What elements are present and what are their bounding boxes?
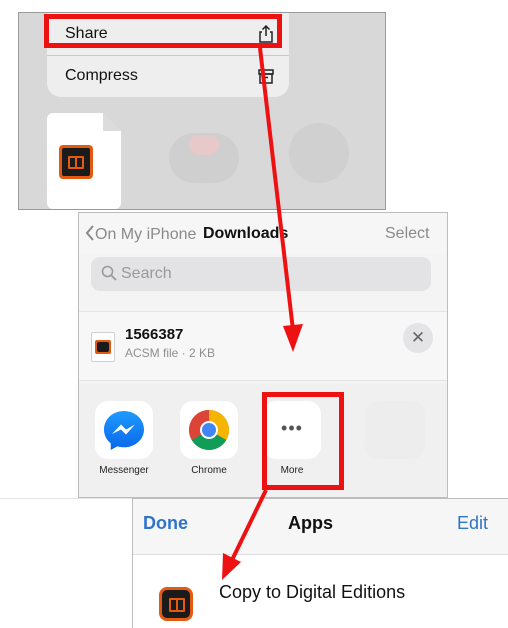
blurred-background-shape bbox=[289, 123, 349, 183]
messenger-icon bbox=[104, 411, 144, 450]
search-placeholder: Search bbox=[121, 265, 172, 282]
navigation-bar: On My iPhone Downloads Select bbox=[79, 213, 447, 253]
app-tile bbox=[180, 401, 238, 459]
menu-divider bbox=[47, 55, 289, 56]
app-messenger[interactable]: Messenger bbox=[89, 401, 159, 491]
app-name: Chrome bbox=[191, 465, 227, 476]
digital-editions-app-row-icon[interactable] bbox=[159, 587, 193, 621]
file-meta: ACSM file · 2 KB bbox=[125, 346, 216, 360]
close-icon: ✕ bbox=[410, 328, 426, 347]
menu-item-label: Compress bbox=[65, 67, 138, 84]
copy-to-digital-editions-label[interactable]: Copy to Digital Editions bbox=[219, 581, 419, 603]
app-tile bbox=[95, 401, 153, 459]
search-icon bbox=[101, 265, 117, 281]
select-button[interactable]: Select bbox=[385, 225, 429, 243]
apps-header: Done Apps Edit bbox=[133, 499, 508, 555]
app-name: Messenger bbox=[99, 465, 149, 476]
menu-item-compress[interactable]: Compress bbox=[47, 57, 289, 97]
file-name: 1566387 bbox=[125, 326, 184, 343]
page-title: Apps bbox=[288, 513, 333, 533]
close-button[interactable]: ✕ bbox=[403, 323, 433, 353]
apps-sheet-screenshot: Done Apps Edit Copy to Digital Editions bbox=[132, 498, 508, 628]
blurred-background-shape bbox=[189, 135, 219, 155]
acsm-file-thumbnail[interactable] bbox=[47, 113, 121, 209]
digital-editions-icon bbox=[95, 340, 111, 354]
file-thumbnail bbox=[91, 332, 115, 362]
archive-icon bbox=[258, 69, 274, 84]
back-button[interactable]: On My iPhone bbox=[85, 225, 196, 244]
page-title: Downloads bbox=[203, 225, 289, 242]
done-button[interactable]: Done bbox=[143, 513, 188, 534]
edit-button[interactable]: Edit bbox=[457, 513, 488, 534]
back-button-label: On My iPhone bbox=[95, 226, 197, 243]
search-input[interactable]: Search bbox=[91, 257, 431, 291]
chevron-left-icon bbox=[85, 225, 94, 241]
app-tile-partial[interactable] bbox=[365, 401, 425, 459]
share-highlight-box bbox=[44, 14, 282, 48]
shared-file-row: 1566387 ACSM file · 2 KB bbox=[79, 311, 447, 381]
page-fold bbox=[103, 113, 121, 131]
digital-editions-icon bbox=[59, 145, 93, 179]
more-highlight-box bbox=[262, 392, 344, 490]
app-chrome[interactable]: Chrome bbox=[174, 401, 244, 491]
chrome-icon bbox=[189, 410, 229, 450]
digital-editions-icon bbox=[159, 587, 193, 621]
